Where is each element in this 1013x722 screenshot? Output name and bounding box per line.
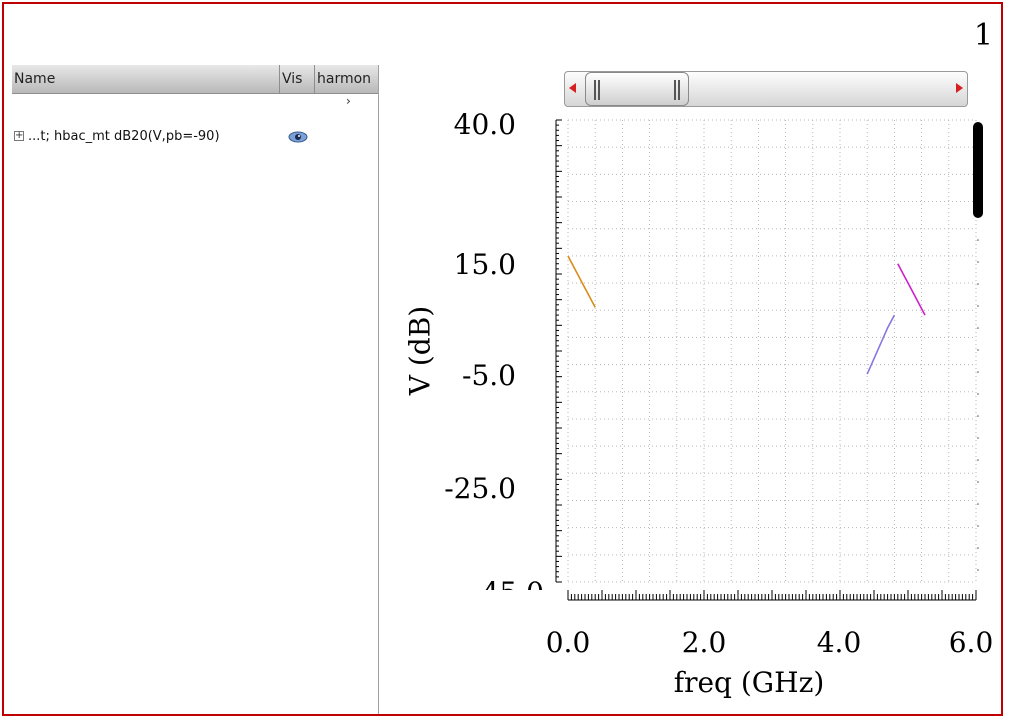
right-axis-dot xyxy=(977,327,979,329)
right-axis-dot xyxy=(977,349,979,351)
grip-right-icon xyxy=(678,80,680,100)
right-axis-dot xyxy=(977,371,979,373)
eye-icon[interactable] xyxy=(288,130,308,151)
y-tick-label: -45.0 xyxy=(444,576,544,590)
expand-icon[interactable]: + xyxy=(14,131,24,141)
series-line-1 xyxy=(567,255,596,308)
right-axis-dot xyxy=(977,481,979,483)
plot-number: 1 xyxy=(973,18,993,53)
scroll-left-icon[interactable] xyxy=(569,83,576,93)
x-axis-title: freq (GHz) xyxy=(673,666,825,699)
column-header-harmon[interactable]: harmon xyxy=(315,65,378,93)
right-axis-dot xyxy=(977,503,979,505)
y-tick-label: 15.0 xyxy=(453,248,516,281)
tree-row[interactable]: › xyxy=(12,94,378,115)
right-axis-dot xyxy=(977,261,979,263)
horizontal-scrollbar[interactable] xyxy=(564,71,968,107)
right-axis-dot xyxy=(977,239,979,241)
y-tick-label: 40.0 xyxy=(453,108,516,141)
column-header-vis[interactable]: Vis xyxy=(280,65,315,93)
plot-area[interactable] xyxy=(544,114,984,620)
x-tick-label: 6.0 xyxy=(948,626,994,659)
tree-header: Name Vis harmon xyxy=(12,65,378,94)
right-axis-dot xyxy=(977,547,979,549)
right-axis-dot xyxy=(977,525,979,527)
right-axis-dot xyxy=(977,415,979,417)
scroll-right-icon[interactable] xyxy=(956,83,963,93)
x-tick-label: 4.0 xyxy=(816,626,862,659)
series-line-3 xyxy=(897,263,926,316)
results-tree-panel[interactable]: Name Vis harmon › + ...t; hbac_mt dB20(V… xyxy=(12,65,379,714)
y-axis-title: V (dB) xyxy=(403,305,437,396)
tree-row-harmon: › xyxy=(346,94,351,108)
grip-right-icon xyxy=(674,80,676,100)
right-axis-dot xyxy=(977,283,979,285)
series-line-2 xyxy=(866,314,896,375)
right-axis-dot xyxy=(977,393,979,395)
tree-row-label: ...t; hbac_mt dB20(V,pb=-90) xyxy=(28,129,220,144)
right-axis-dot xyxy=(977,437,979,439)
right-axis-dot xyxy=(977,305,979,307)
scrollbar-thumb[interactable] xyxy=(585,72,689,106)
tree-row[interactable]: + ...t; hbac_mt dB20(V,pb=-90) xyxy=(12,127,378,147)
right-axis-dot xyxy=(977,459,979,461)
x-tick-label: 0.0 xyxy=(545,626,591,659)
right-axis-dot xyxy=(977,569,979,571)
column-header-name[interactable]: Name xyxy=(12,65,280,93)
vertical-scroll-handle[interactable] xyxy=(973,122,983,218)
grip-left-icon xyxy=(594,80,596,100)
y-tick-label-clipped: -45.0 xyxy=(444,576,544,590)
x-tick-label: 2.0 xyxy=(681,626,727,659)
waveform-window: 1 Name Vis harmon › + ...t; hbac_mt dB20… xyxy=(2,2,1003,716)
grip-left-icon xyxy=(598,80,600,100)
y-tick-label: -25.0 xyxy=(444,472,516,505)
